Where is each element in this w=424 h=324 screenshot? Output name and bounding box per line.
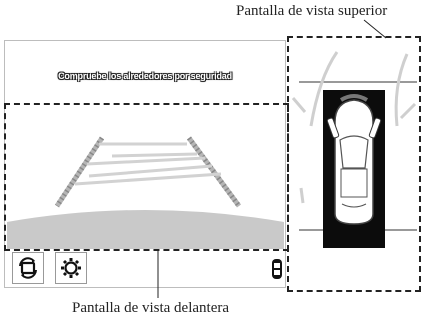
front-view-frame bbox=[4, 103, 289, 251]
front-view-caption: Pantalla de vista delantera bbox=[72, 300, 230, 316]
settings-button[interactable] bbox=[55, 252, 87, 284]
camera-switch-icon bbox=[19, 257, 37, 279]
camera-switch-button[interactable] bbox=[12, 252, 44, 284]
top-view-frame bbox=[287, 36, 421, 292]
safety-warning: Compruebe los alrededores por seguridad bbox=[58, 71, 232, 81]
view-mode-car-icon[interactable] bbox=[271, 258, 283, 280]
gear-icon bbox=[61, 258, 81, 278]
bottom-caption-leader bbox=[157, 251, 159, 298]
top-view-caption: Pantalla de vista superior bbox=[236, 3, 388, 19]
